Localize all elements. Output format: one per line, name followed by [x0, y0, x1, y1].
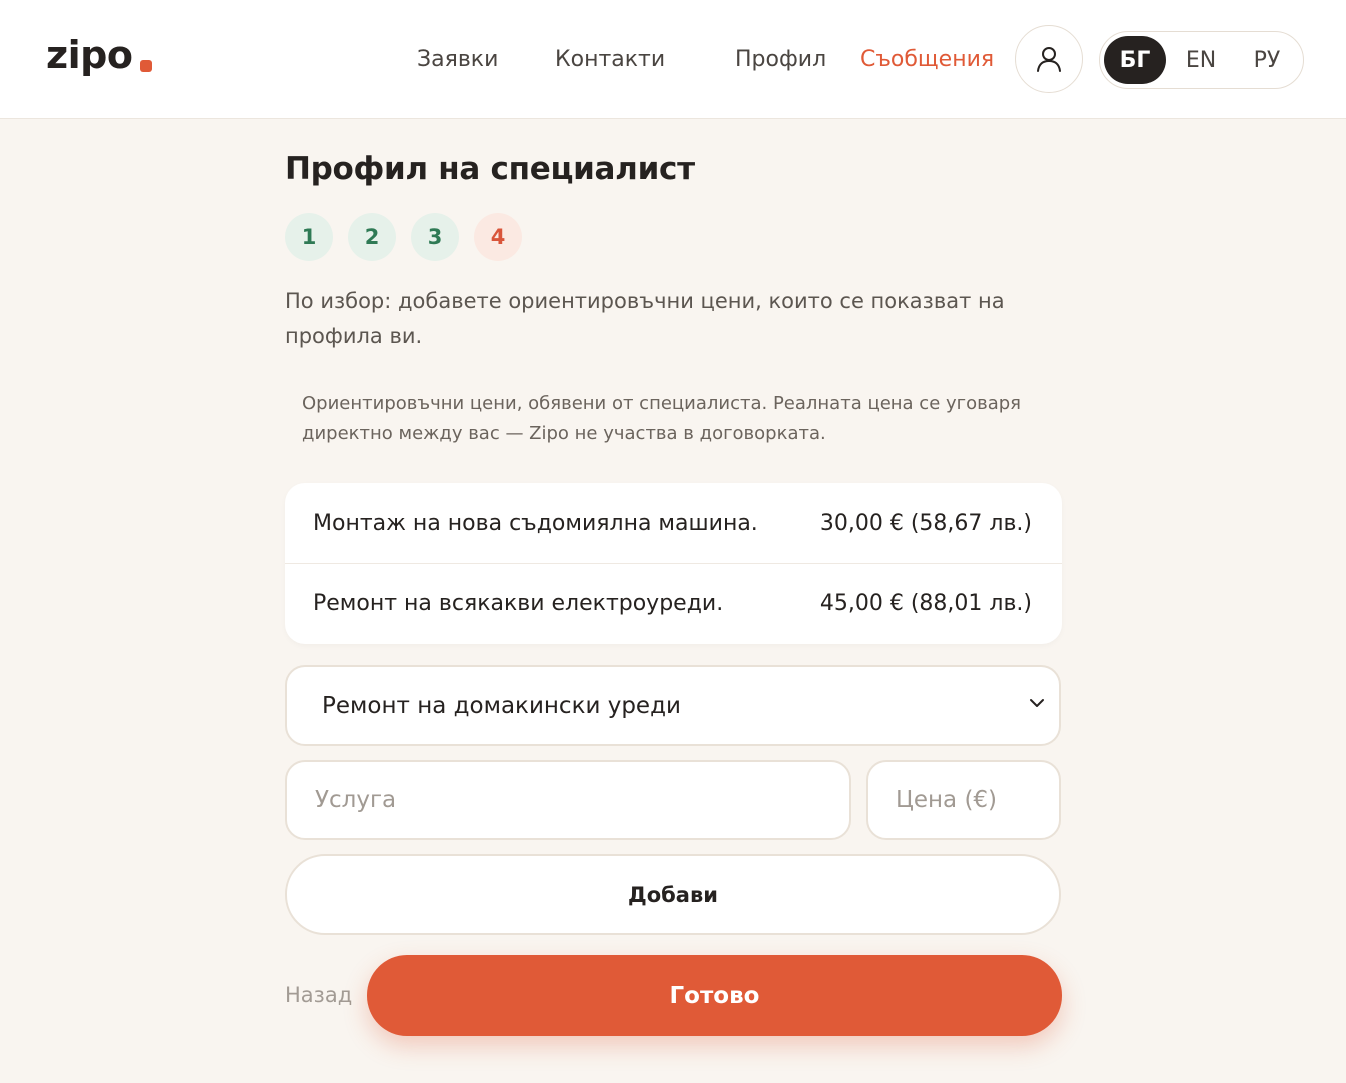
logo[interactable]: zipo — [46, 36, 133, 74]
step-2[interactable]: 2 — [348, 213, 396, 261]
price-input-placeholder: Цена (€) — [896, 787, 998, 813]
price-amount: 30,00 € (58,67 лв.) — [819, 510, 1032, 536]
nav-item-requests[interactable]: Заявки — [417, 46, 498, 74]
step-4: 4 — [474, 213, 522, 261]
price-amount: 45,00 € (88,01 лв.) — [819, 591, 1032, 616]
nav-item-messages[interactable]: Съобщения — [860, 46, 994, 74]
add-price-button[interactable]: Добави — [285, 854, 1061, 935]
price-service: Ремонт на всякакви електроуреди. — [313, 591, 724, 616]
price-row: Ремонт на всякакви електроуреди. 45,00 €… — [285, 563, 1062, 643]
nav-item-profile[interactable]: Профил — [735, 46, 826, 74]
price-service: Монтаж на нова съдомиялна машина. — [313, 510, 758, 536]
intro-text: По избор: добавете ориентировъчни цени, … — [285, 289, 1005, 348]
service-input-placeholder: Услуга — [315, 787, 397, 813]
top-header: zipo Заявки Контакти Профил Съобщения БГ… — [0, 0, 1346, 119]
pricing-note: Ориентировъчни цени, обявени от специали… — [302, 393, 1022, 444]
nav-item-contacts[interactable]: Контакти — [555, 46, 665, 74]
back-link[interactable]: Назад — [285, 983, 352, 1007]
user-icon — [1037, 47, 1061, 72]
service-input[interactable]: Услуга — [285, 760, 851, 840]
lang-option-bg[interactable]: БГ — [1104, 36, 1166, 84]
step-1[interactable]: 1 — [285, 213, 333, 261]
language-switcher: БГ EN РУ — [1099, 31, 1304, 89]
done-button[interactable]: Готово — [367, 955, 1062, 1036]
user-button[interactable] — [1015, 25, 1083, 93]
price-row: Монтаж на нова съдомиялна машина. 30,00 … — [285, 483, 1062, 563]
category-select-value: Ремонт на домакински уреди — [322, 692, 681, 719]
price-input[interactable]: Цена (€) — [866, 760, 1061, 840]
price-list: Монтаж на нова съдомиялна машина. 30,00 … — [285, 483, 1062, 644]
chevron-down-icon — [1030, 699, 1044, 707]
lang-option-en[interactable]: EN — [1170, 36, 1232, 84]
lang-option-ru[interactable]: РУ — [1236, 36, 1298, 84]
logo-dot — [140, 60, 152, 72]
category-select[interactable]: Ремонт на домакински уреди — [285, 665, 1061, 746]
step-3[interactable]: 3 — [411, 213, 459, 261]
page-title: Профил на специалист — [285, 151, 695, 187]
